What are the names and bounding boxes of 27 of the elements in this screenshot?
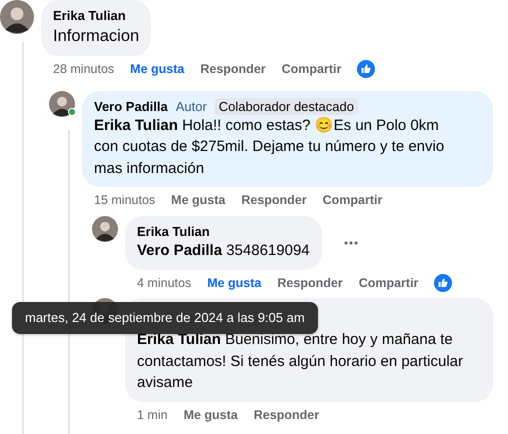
like-button[interactable]: Me gusta [171, 191, 226, 210]
like-button[interactable]: Me gusta [184, 406, 238, 424]
reply-button[interactable]: Responder [277, 274, 343, 292]
share-button[interactable]: Compartir [358, 274, 418, 292]
mention-link[interactable]: Erika Tulian [94, 116, 178, 134]
author-name[interactable]: Vero Padilla [94, 98, 168, 115]
reply-button[interactable]: Responder [241, 191, 307, 210]
comment-text: Erika Tulian Hola!! como estas? 😊Es un Polo 0km con cuotas de $275mil. Dejame tu número y te envio mas información [94, 116, 446, 179]
timestamp[interactable]: 4 minutos [137, 274, 192, 292]
author-label: Autor [176, 98, 207, 115]
date-tooltip: martes, 24 de septiembre de 2024 a las 9:05 am [12, 302, 318, 334]
share-button[interactable]: Compartir [322, 191, 382, 210]
comment-text: Informacion [53, 26, 140, 47]
reply-button[interactable]: Responder [254, 406, 320, 424]
author-name[interactable]: Erika Tulian [137, 223, 210, 240]
like-button[interactable]: Me gusta [207, 274, 262, 292]
mention-link[interactable]: Erika Tulian [137, 331, 221, 348]
share-button[interactable]: Compartir [282, 60, 342, 79]
comment-text: Vero Padilla 3548619094 [137, 241, 310, 261]
mention-link[interactable]: Vero Padilla [137, 242, 222, 259]
timestamp[interactable]: 15 minutos [94, 191, 156, 210]
timestamp[interactable]: 1 min [137, 406, 168, 424]
contributor-label: Colaborador destacado [214, 98, 358, 115]
reply-button[interactable]: Responder [200, 60, 266, 79]
author-name[interactable]: Erika Tulian [53, 7, 126, 24]
timestamp[interactable]: 28 minutos [53, 60, 114, 79]
like-button[interactable]: Me gusta [130, 60, 184, 79]
